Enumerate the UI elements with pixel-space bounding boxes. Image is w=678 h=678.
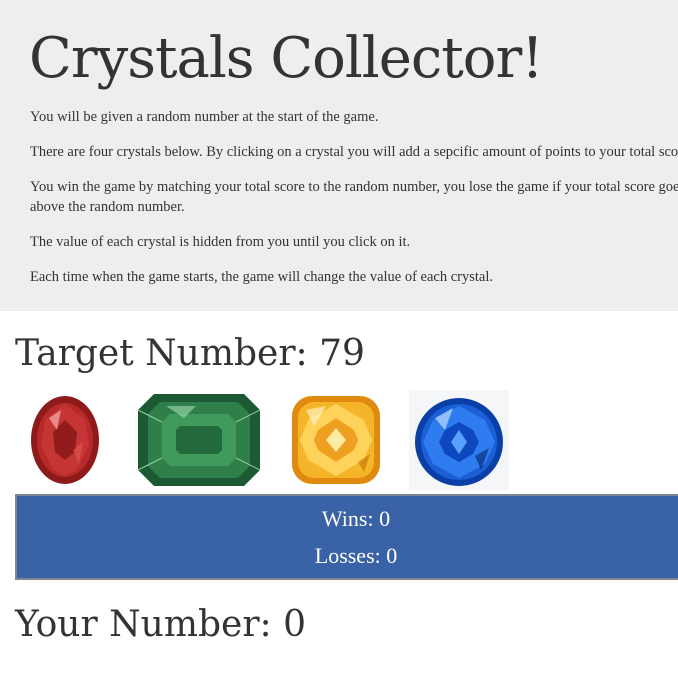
blue-crystal-button[interactable] (409, 390, 509, 490)
rules-text: You will be given a random number at the… (30, 107, 678, 302)
rule-1: You will be given a random number at the… (30, 109, 379, 125)
red-crystal-icon (15, 390, 115, 490)
score-panel: Wins: 0 Losses: 0 (15, 494, 678, 580)
yellow-crystal-button[interactable] (286, 390, 386, 490)
red-crystal-button[interactable] (15, 390, 115, 490)
blue-crystal-icon (409, 390, 509, 490)
yellow-crystal-icon (286, 390, 386, 490)
green-crystal-button[interactable] (136, 390, 262, 490)
your-number: Your Number: 0 (15, 604, 307, 645)
header-panel: Crystals Collector! You will be given a … (0, 0, 678, 311)
wins-count: Wins: 0 (321, 506, 391, 531)
page-title: Crystals Collector! (29, 26, 544, 91)
green-crystal-icon (136, 390, 262, 490)
rule-3: You win the game by matching your total … (30, 179, 678, 215)
target-number: Target Number: 79 (15, 333, 365, 374)
rule-4: The value of each crystal is hidden from… (30, 234, 411, 250)
losses-count: Losses: 0 (314, 543, 398, 568)
rule-2: There are four crystals below. By clicki… (30, 144, 678, 160)
rule-5: Each time when the game starts, the game… (30, 269, 494, 285)
